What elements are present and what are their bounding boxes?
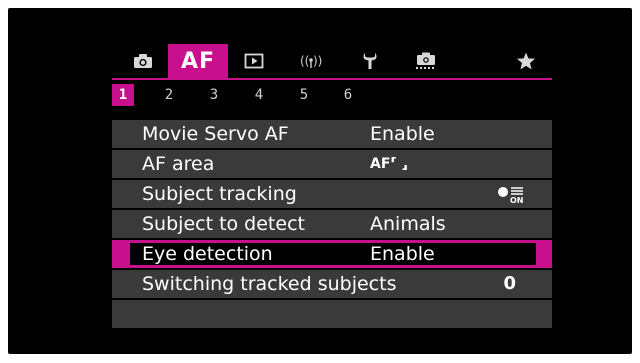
playback-icon: [244, 53, 264, 69]
camera-icon: [133, 53, 153, 69]
menu-item-label: Movie Servo AF: [142, 123, 289, 145]
tab-underline: [112, 78, 552, 80]
menu-item-value: Animals: [370, 213, 446, 235]
tab-custom-functions[interactable]: [404, 44, 448, 78]
tab-wireless[interactable]: (( )): [288, 44, 334, 78]
menu-item-value: Enable: [370, 243, 435, 265]
menu-item-label: Subject tracking: [142, 183, 297, 205]
page-3[interactable]: 3: [203, 84, 225, 106]
subject-tracking-on-text: ON: [510, 196, 524, 204]
af-area-value: AF⸢ ⸥: [370, 156, 409, 172]
page-2[interactable]: 2: [158, 84, 180, 106]
menu-item-label: Subject to detect: [142, 213, 305, 235]
page-6[interactable]: 6: [337, 84, 359, 106]
menu-item-label: AF area: [142, 153, 215, 175]
page-5[interactable]: 5: [293, 84, 315, 106]
camera-screen: AF (()) 1 2 3 4 5 6 Movie Servo AF Enab…: [8, 8, 632, 354]
tab-af[interactable]: AF: [168, 44, 228, 78]
page-4[interactable]: 4: [248, 84, 270, 106]
tab-setup[interactable]: [350, 44, 390, 78]
menu-list: Movie Servo AF Enable AF area AF⸢ ⸥ Subj…: [112, 120, 552, 330]
star-icon: [516, 52, 536, 70]
page-1[interactable]: 1: [112, 84, 134, 106]
tab-my-menu[interactable]: [508, 44, 544, 78]
menu-item-af-area[interactable]: AF area AF⸢ ⸥: [112, 150, 552, 178]
custom-camera-icon: [415, 52, 437, 70]
tab-shooting[interactable]: [124, 44, 162, 78]
svg-text:((: ((: [300, 54, 309, 68]
menu-tabs: AF (()): [112, 44, 552, 80]
page-selector: 1 2 3 4 5 6: [112, 84, 552, 106]
svg-text:)): )): [313, 54, 322, 68]
tab-playback[interactable]: [234, 44, 274, 78]
menu-item-empty: [112, 300, 552, 328]
wireless-icon: (( )): [299, 52, 323, 70]
tab-af-label: AF: [180, 48, 216, 74]
menu-item-movie-servo-af[interactable]: Movie Servo AF Enable: [112, 120, 552, 148]
menu-item-subject-to-detect[interactable]: Subject to detect Animals: [112, 210, 552, 238]
menu-item-eye-detection[interactable]: Eye detection Enable: [112, 240, 552, 268]
menu-item-switching-tracked-subjects[interactable]: Switching tracked subjects 0: [112, 270, 552, 298]
display-frame: AF (()) 1 2 3 4 5 6 Movie Servo AF Enab…: [0, 0, 640, 363]
menu-item-subject-tracking[interactable]: Subject tracking ON: [112, 180, 552, 208]
subject-tracking-on-icon: ON: [496, 184, 532, 205]
menu-item-label: Switching tracked subjects: [142, 273, 397, 295]
menu-item-value: 0: [503, 273, 516, 294]
menu-item-label: Eye detection: [142, 243, 273, 265]
menu-item-value: Enable: [370, 123, 435, 145]
wrench-icon: [362, 52, 378, 70]
camera-menu: AF (()) 1 2 3 4 5 6 Movie Servo AF Enab…: [112, 44, 552, 346]
